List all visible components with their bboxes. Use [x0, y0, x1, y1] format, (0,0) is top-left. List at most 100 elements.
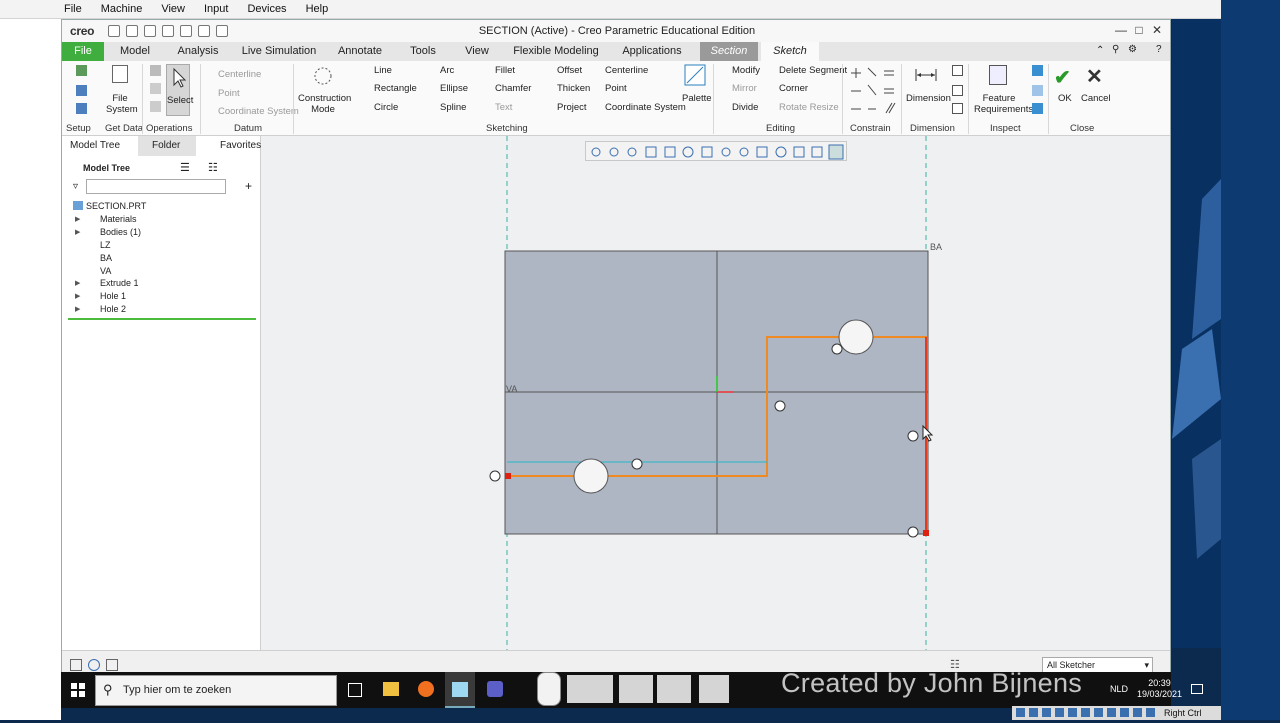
minimize-icon[interactable]: — [1112, 23, 1130, 37]
constraint-icons[interactable] [848, 65, 898, 117]
add-icon[interactable]: + [245, 179, 252, 193]
tree-item-hole-2[interactable]: Hole 2 [100, 304, 126, 314]
palette-button[interactable]: Palette [682, 93, 712, 104]
file-explorer-icon[interactable] [383, 682, 399, 696]
dimension-group-label[interactable]: Dimension [910, 123, 955, 134]
centerline-button[interactable]: Centerline [605, 65, 648, 76]
rotate-resize-button[interactable]: Rotate Resize [779, 102, 839, 113]
host-menu-file[interactable]: File [64, 3, 82, 15]
reference-icon[interactable] [76, 85, 87, 96]
coordinate-system-button[interactable]: Coordinate System [605, 102, 686, 113]
file-system-icon[interactable] [112, 65, 128, 83]
tab-folder-browser[interactable]: Folder Bro [138, 136, 196, 156]
ok-button[interactable]: OK [1058, 93, 1072, 104]
insert-indicator[interactable] [68, 318, 256, 320]
vertical-constraint-icon[interactable] [489, 470, 501, 482]
circle-button[interactable]: Circle [374, 102, 398, 113]
datum-point-button[interactable]: Point [218, 88, 240, 99]
regenerate-icon[interactable] [198, 25, 211, 37]
tab-section[interactable]: Section [700, 42, 758, 61]
tree-item-hole-1[interactable]: Hole 1 [100, 291, 126, 301]
ref-icon[interactable] [952, 103, 963, 114]
cut-icon[interactable] [150, 65, 161, 76]
help-icon[interactable]: ? [1156, 44, 1162, 55]
expand-icon[interactable]: ▶ [75, 228, 80, 236]
inspect-group-label[interactable]: Inspect [990, 123, 1021, 134]
sketch-view-icon[interactable] [76, 103, 87, 114]
host-menu-input[interactable]: Input [204, 3, 228, 15]
host-menu-view[interactable]: View [161, 3, 185, 15]
tab-tools[interactable]: Tools [402, 42, 444, 61]
host-menu-devices[interactable]: Devices [247, 3, 286, 15]
horizontal-constraint-icon[interactable] [831, 343, 843, 355]
tree-item-section[interactable]: SECTION.PRT [86, 201, 146, 211]
divide-button[interactable]: Divide [732, 102, 758, 113]
taskbar-search[interactable]: ⚲ Typ hier om te zoeken [95, 675, 337, 706]
tree-item-lz[interactable]: LZ [100, 240, 111, 250]
tab-sketch[interactable]: Sketch [761, 42, 819, 61]
horizontal-constraint-icon[interactable] [631, 458, 643, 470]
coincident-constraint-icon[interactable] [907, 430, 919, 442]
show-navigator-icon[interactable] [70, 659, 82, 671]
input-language[interactable]: NLD [1110, 684, 1128, 694]
construction-mode-button[interactable]: Construction Mode [298, 93, 351, 115]
operations-group-label[interactable]: Operations [146, 123, 192, 134]
overlapping-geometry-icon[interactable] [1032, 65, 1043, 76]
taskbar-clock[interactable]: 20:39 19/03/2021 [1137, 678, 1182, 700]
fillet-button[interactable]: Fillet [495, 65, 515, 76]
show-browser-icon[interactable] [88, 659, 100, 671]
modify-button[interactable]: Modify [732, 65, 760, 76]
sketch-endpoint[interactable] [505, 473, 511, 479]
expand-icon[interactable]: ▶ [75, 292, 80, 300]
expand-icon[interactable]: ▶ [75, 305, 80, 313]
tab-view[interactable]: View [456, 42, 498, 61]
host-menu-machine[interactable]: Machine [101, 3, 143, 15]
tree-item-extrude-1[interactable]: Extrude 1 [100, 278, 139, 288]
mirror-button[interactable]: Mirror [732, 83, 757, 94]
file-system-button[interactable]: File System [106, 93, 138, 115]
tree-item-ba[interactable]: BA [100, 253, 112, 263]
project-button[interactable]: Project [557, 102, 587, 113]
tree-item-materials[interactable]: Materials [100, 214, 137, 224]
tab-analysis[interactable]: Analysis [170, 42, 226, 61]
sketch-canvas[interactable] [262, 136, 1171, 650]
tab-flexible-modeling[interactable]: Flexible Modeling [510, 42, 602, 61]
tree-search-input[interactable] [86, 179, 226, 194]
settings-icon[interactable]: ⚙ [1128, 44, 1137, 55]
expand-icon[interactable]: ▶ [75, 279, 80, 287]
creo-taskbar-button[interactable] [445, 672, 475, 708]
highlight-open-ends-icon[interactable] [1032, 103, 1043, 114]
tab-model-tree[interactable]: Model Tree [70, 136, 120, 156]
spline-button[interactable]: Spline [440, 102, 466, 113]
tab-annotate[interactable]: Annotate [332, 42, 388, 61]
sketch-endpoint[interactable] [923, 530, 929, 536]
expand-icon[interactable]: ▶ [75, 215, 80, 223]
sketch-setup-icon[interactable] [76, 65, 87, 76]
delete-segment-button[interactable]: Delete Segment [779, 65, 847, 76]
constrain-group-label[interactable]: Constrain [850, 123, 891, 134]
tab-file[interactable]: File [62, 42, 104, 61]
line-button[interactable]: Line [374, 65, 392, 76]
chamfer-button[interactable]: Chamfer [495, 83, 531, 94]
point-button[interactable]: Point [605, 83, 627, 94]
open-icon[interactable] [126, 25, 139, 37]
tab-applications[interactable]: Applications [618, 42, 686, 61]
coincident-constraint-icon[interactable] [907, 526, 919, 538]
firefox-icon[interactable] [418, 681, 434, 697]
task-view-icon[interactable] [348, 683, 362, 697]
tab-live-simulation[interactable]: Live Simulation [238, 42, 320, 61]
window-close-icon[interactable]: ✕ [1148, 23, 1166, 37]
offset-button[interactable]: Offset [557, 65, 582, 76]
tab-model[interactable]: Model [112, 42, 158, 61]
tab-favorites[interactable]: Favorites [208, 136, 261, 156]
undo-icon[interactable] [162, 25, 175, 37]
filter-icon[interactable]: ▿ [73, 181, 78, 192]
shade-closed-loops-icon[interactable] [1032, 85, 1043, 96]
select-button[interactable]: Select [166, 64, 193, 116]
close-window-icon[interactable] [216, 25, 229, 37]
reference-dimension-icon[interactable] [952, 85, 963, 96]
arc-button[interactable]: Arc [440, 65, 454, 76]
setup-group-label[interactable]: Setup [66, 123, 91, 134]
search-icon[interactable]: ⚲ [1112, 44, 1119, 55]
text-button[interactable]: Text [495, 102, 512, 113]
